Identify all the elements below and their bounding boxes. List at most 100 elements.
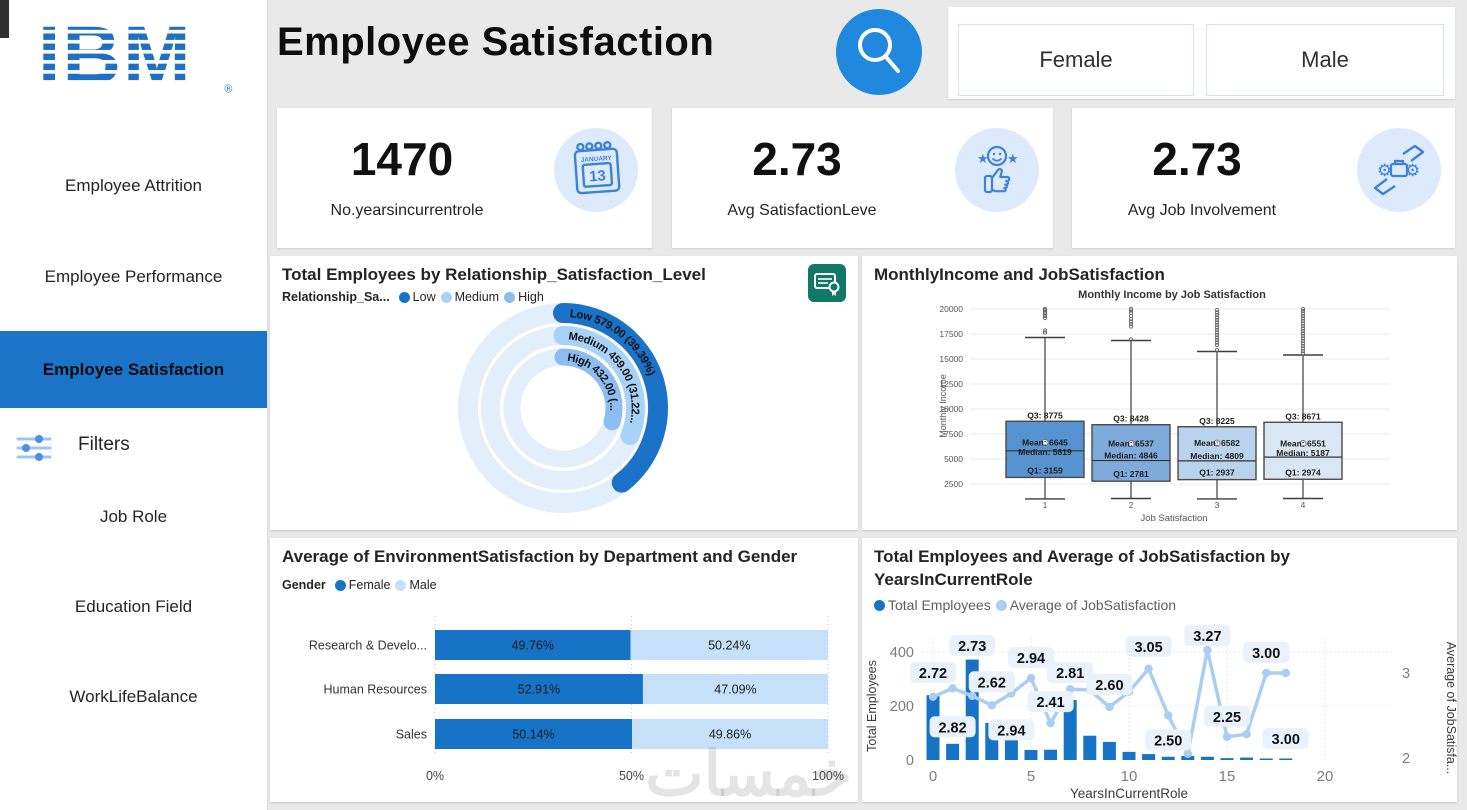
kpi-value: 2.73 bbox=[752, 133, 842, 185]
svg-text:Total Employees: Total Employees bbox=[865, 660, 879, 752]
svg-text:2.50: 2.50 bbox=[1154, 734, 1182, 750]
ibm-logo: IBM ® bbox=[34, 8, 239, 105]
svg-text:2.94: 2.94 bbox=[1017, 651, 1045, 667]
screen-edge-artifact bbox=[0, 0, 9, 38]
svg-text:★: ★ bbox=[977, 151, 989, 166]
svg-text:Mean: 6537: Mean: 6537 bbox=[1108, 439, 1154, 449]
male-filter-button[interactable]: Male bbox=[1206, 24, 1444, 96]
svg-text:100%: 100% bbox=[812, 769, 844, 783]
svg-text:20: 20 bbox=[1317, 768, 1334, 785]
svg-text:Average of JobSatisfa...: Average of JobSatisfa... bbox=[1444, 642, 1457, 775]
svg-text:Q1: 3159: Q1: 3159 bbox=[1027, 465, 1063, 475]
search-button[interactable] bbox=[836, 9, 922, 95]
svg-text:5000: 5000 bbox=[944, 454, 963, 464]
relationship-satisfaction-donut-chart[interactable]: Low 579.00 (39.39%)Medium 459.00 (31.22.… bbox=[270, 256, 858, 530]
svg-text:52.91%: 52.91% bbox=[518, 683, 560, 697]
sliders-icon bbox=[16, 433, 52, 468]
svg-text:10: 10 bbox=[1121, 768, 1138, 785]
svg-text:1: 1 bbox=[1043, 500, 1048, 510]
svg-text:2.73: 2.73 bbox=[958, 639, 986, 655]
gender-filter-panel: Female Male bbox=[948, 7, 1455, 99]
svg-text:50%: 50% bbox=[619, 769, 644, 783]
svg-text:13: 13 bbox=[589, 167, 607, 185]
svg-text:3.00: 3.00 bbox=[1272, 732, 1300, 748]
svg-text:Research & Develo...: Research & Develo... bbox=[309, 639, 427, 653]
svg-text:Q1: 2781: Q1: 2781 bbox=[1113, 469, 1149, 479]
svg-text:50.14%: 50.14% bbox=[512, 728, 554, 742]
filter-item-education-field[interactable]: Education Field bbox=[0, 587, 267, 627]
svg-text:Human Resources: Human Resources bbox=[323, 683, 427, 697]
sidebar: IBM ® Employee Attrition Employee Perfor… bbox=[0, 0, 268, 810]
svg-text:Median: 5187: Median: 5187 bbox=[1276, 448, 1330, 458]
svg-text:15: 15 bbox=[1219, 768, 1236, 785]
svg-text:3.00: 3.00 bbox=[1252, 646, 1280, 662]
svg-text:5: 5 bbox=[1027, 768, 1035, 785]
svg-text:49.76%: 49.76% bbox=[512, 639, 554, 653]
kpi-value: 1470 bbox=[350, 133, 454, 185]
employees-jobsatisfaction-combo-chart[interactable]: 2.72 2.82 2.73 2.62 2.94 2.94 2.41 2.81 2.60 3.05… bbox=[862, 538, 1457, 802]
boxplot-panel: MonthlyIncome and JobSatisfaction Monthl… bbox=[862, 256, 1457, 530]
svg-text:2.94: 2.94 bbox=[997, 723, 1025, 739]
svg-text:Q3: 8225: Q3: 8225 bbox=[1199, 416, 1235, 426]
svg-text:2: 2 bbox=[1402, 751, 1410, 767]
svg-text:★: ★ bbox=[1007, 151, 1019, 166]
filter-item-job-role[interactable]: Job Role bbox=[0, 497, 267, 537]
svg-text:0: 0 bbox=[929, 768, 937, 785]
environment-satisfaction-bar-chart[interactable]: 49.76% 50.24% Research & Develo... 52.91% 47… bbox=[270, 538, 858, 802]
svg-text:50.24%: 50.24% bbox=[708, 639, 750, 653]
svg-text:Median: 4846: Median: 4846 bbox=[1104, 451, 1158, 461]
svg-text:2.41: 2.41 bbox=[1036, 695, 1064, 711]
svg-text:2.81: 2.81 bbox=[1056, 666, 1084, 682]
kpi-label: Avg SatisfactionLeve bbox=[727, 202, 877, 219]
dashboard: IBM ® Employee Attrition Employee Perfor… bbox=[0, 0, 1467, 810]
svg-text:15000: 15000 bbox=[939, 354, 963, 364]
svg-text:Q3: 8671: Q3: 8671 bbox=[1285, 411, 1321, 421]
kpi-card-yearsincurrentrole: 1470 No.yearsincurrentrole JANUARY 13 bbox=[277, 108, 652, 248]
kpi-label: Avg Job Involvement bbox=[1127, 202, 1277, 219]
nav-item-employee-performance[interactable]: Employee Performance bbox=[0, 257, 267, 297]
svg-text:400: 400 bbox=[890, 645, 914, 661]
svg-text:0: 0 bbox=[906, 753, 914, 769]
svg-text:200: 200 bbox=[890, 699, 914, 715]
svg-text:Mean: 6645: Mean: 6645 bbox=[1022, 438, 1068, 448]
page-title: Employee Satisfaction bbox=[277, 20, 715, 64]
svg-text:Monthly Income: Monthly Income bbox=[938, 374, 948, 438]
nav-item-employee-attrition[interactable]: Employee Attrition bbox=[0, 166, 267, 206]
svg-text:Q3: 8428: Q3: 8428 bbox=[1113, 414, 1149, 424]
svg-text:Sales: Sales bbox=[396, 728, 427, 742]
svg-text:3.27: 3.27 bbox=[1193, 629, 1221, 645]
registered-mark: ® bbox=[224, 84, 232, 96]
svg-text:Mean: 6551: Mean: 6551 bbox=[1280, 438, 1326, 448]
calendar-icon: JANUARY 13 bbox=[554, 128, 638, 212]
svg-text:2.82: 2.82 bbox=[938, 720, 966, 736]
filter-item-worklifebalance[interactable]: WorkLifeBalance bbox=[0, 677, 267, 717]
monthly-income-boxplot-chart[interactable]: Monthly Income by Job Satisfaction 20000 1… bbox=[862, 256, 1457, 530]
svg-text:17500: 17500 bbox=[939, 329, 963, 339]
kpi-card-avg-satisfaction: 2.73 Avg SatisfactionLeve ★ ★ bbox=[672, 108, 1053, 248]
svg-text:Q3: 8775: Q3: 8775 bbox=[1027, 410, 1063, 420]
svg-text:2: 2 bbox=[1129, 500, 1134, 510]
svg-text:Median: 5819: Median: 5819 bbox=[1018, 447, 1072, 457]
ibm-logo-text: IBM bbox=[38, 10, 193, 100]
combo-panel: Total Employees and Average of JobSatisf… bbox=[862, 538, 1457, 802]
search-icon bbox=[858, 28, 900, 73]
svg-text:3: 3 bbox=[1215, 500, 1220, 510]
svg-text:Q1: 2937: Q1: 2937 bbox=[1199, 468, 1235, 478]
satisfaction-rating-icon: ★ ★ bbox=[955, 128, 1039, 212]
svg-text:20000: 20000 bbox=[939, 304, 963, 314]
svg-text:Mean: 6582: Mean: 6582 bbox=[1194, 438, 1240, 448]
svg-text:YearsInCurrentRole: YearsInCurrentRole bbox=[1070, 786, 1188, 801]
filters-label: Filters bbox=[78, 434, 130, 455]
svg-text:Median: 4809: Median: 4809 bbox=[1190, 451, 1244, 461]
svg-text:0%: 0% bbox=[426, 769, 444, 783]
filters-section[interactable]: Filters bbox=[0, 428, 267, 468]
svg-text:4: 4 bbox=[1301, 500, 1306, 510]
svg-text:Q1: 2974: Q1: 2974 bbox=[1285, 467, 1321, 477]
svg-text:47.09%: 47.09% bbox=[714, 683, 756, 697]
female-filter-button[interactable]: Female bbox=[958, 24, 1194, 96]
svg-text:2.60: 2.60 bbox=[1095, 678, 1123, 694]
svg-text:2.25: 2.25 bbox=[1213, 710, 1241, 726]
donut-panel: Total Employees by Relationship_Satisfac… bbox=[270, 256, 858, 530]
nav-item-employee-satisfaction[interactable]: Employee Satisfaction bbox=[0, 331, 267, 408]
kpi-card-avg-job-involvement: 2.73 Avg Job Involvement ⚙ ⚙ bbox=[1072, 108, 1455, 248]
